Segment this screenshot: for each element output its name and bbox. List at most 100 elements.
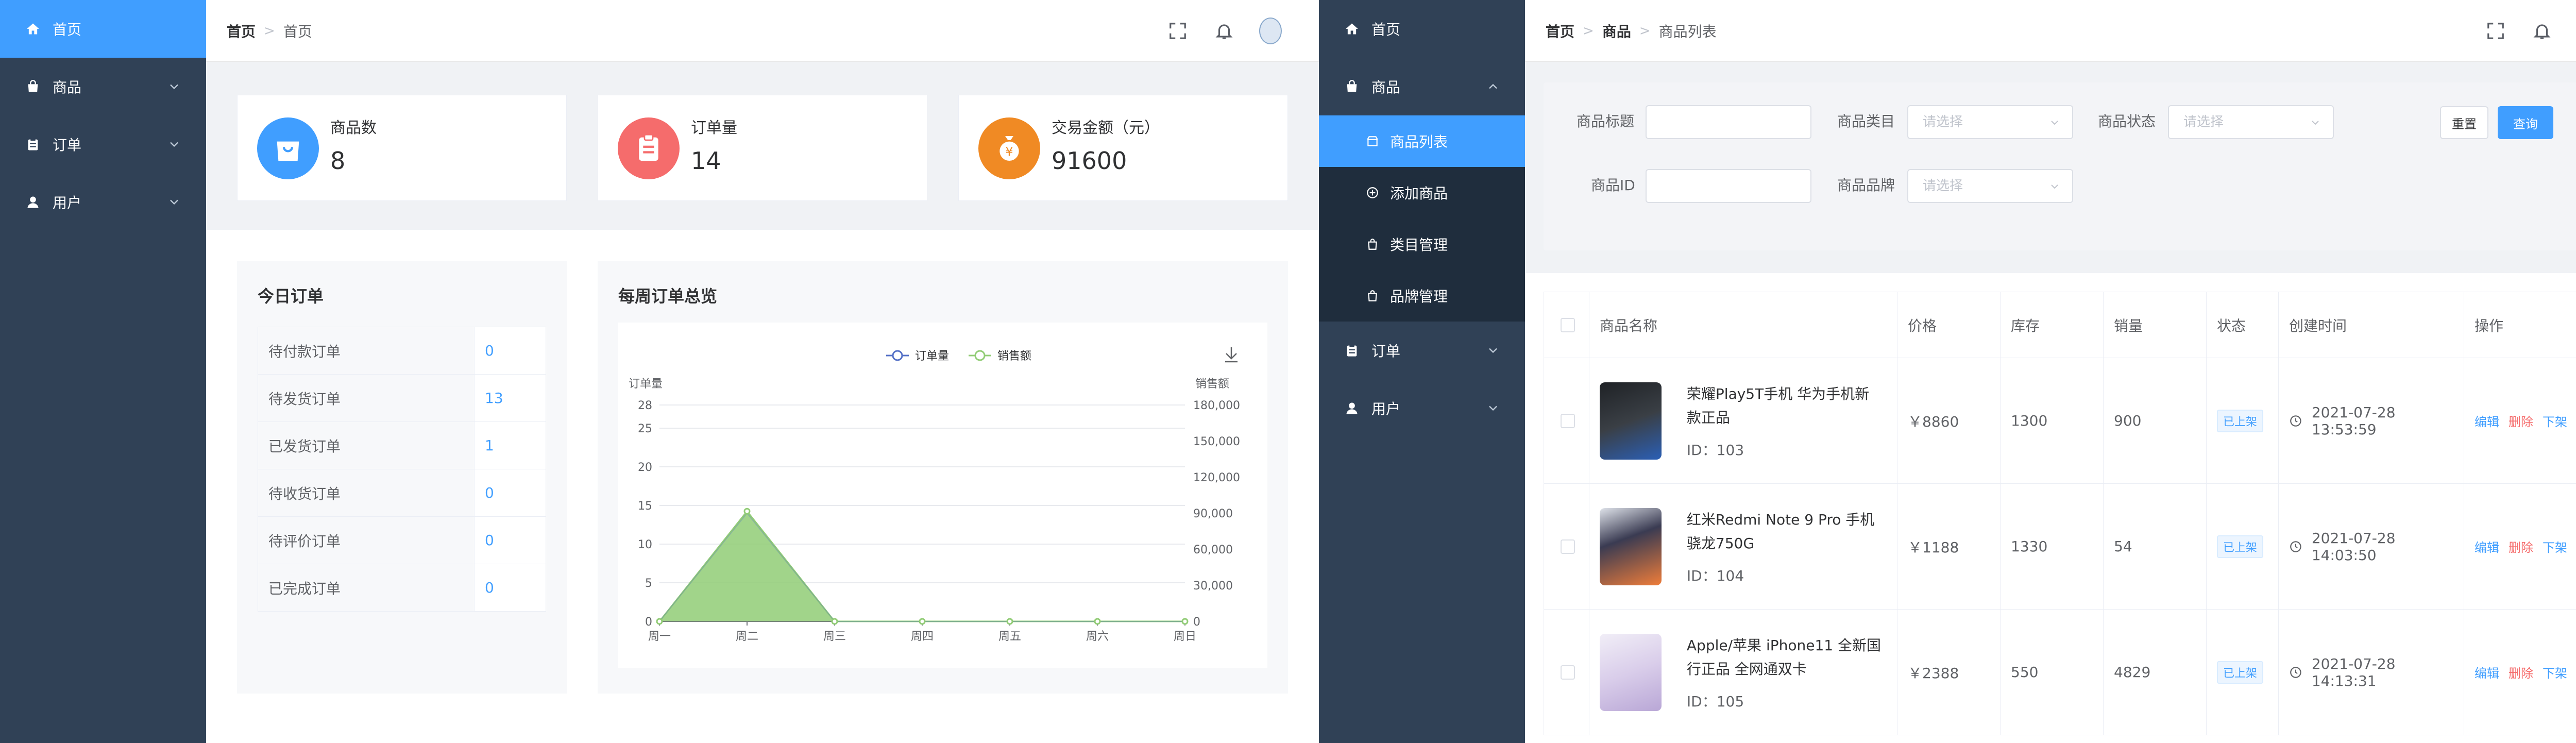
offline-button[interactable]: 下架 bbox=[2543, 415, 2567, 429]
sidebar-item-label: 订单 bbox=[1371, 343, 1401, 360]
bell-icon[interactable] bbox=[2531, 20, 2553, 42]
sidebar-item-goods[interactable]: 商品 bbox=[0, 58, 206, 115]
delete-button[interactable]: 删除 bbox=[2509, 541, 2533, 555]
fullscreen-icon[interactable] bbox=[1166, 20, 1189, 42]
category-select[interactable]: 请选择 bbox=[1907, 105, 2073, 139]
user-icon bbox=[25, 194, 41, 210]
edit-button[interactable]: 编辑 bbox=[2475, 666, 2499, 681]
row-value[interactable]: 0 bbox=[474, 327, 546, 375]
column-header: 创建时间 bbox=[2278, 292, 2464, 358]
legend-orders-label: 订单量 bbox=[915, 350, 949, 363]
avatar[interactable] bbox=[1259, 18, 1282, 44]
sidebar-item-goods[interactable]: 商品 bbox=[1319, 58, 1525, 115]
search-button[interactable]: 查询 bbox=[2498, 106, 2553, 139]
stat-card-goods: 商品数 8 bbox=[237, 95, 567, 201]
header: 首页 > 商品 > 商品列表 bbox=[1525, 0, 2576, 62]
edit-button[interactable]: 编辑 bbox=[2475, 541, 2499, 555]
sidebar-subitem-label: 类目管理 bbox=[1390, 237, 1448, 254]
sidebar-subitem-brands[interactable]: 品牌管理 bbox=[1319, 270, 1525, 322]
row-checkbox[interactable] bbox=[1561, 665, 1575, 680]
row-label: 待评价订单 bbox=[258, 516, 474, 564]
status-placeholder: 请选择 bbox=[2183, 114, 2224, 130]
offline-button[interactable]: 下架 bbox=[2543, 541, 2567, 555]
delete-button[interactable]: 删除 bbox=[2509, 666, 2533, 681]
table-row: 待评价订单 0 bbox=[258, 516, 546, 564]
status-badge: 已上架 bbox=[2217, 409, 2264, 432]
stock-cell: 550 bbox=[2000, 609, 2104, 735]
product-cell: 红米Redmi Note 9 Pro 手机 骁龙750G ID：104 bbox=[1589, 483, 1897, 610]
delete-button[interactable]: 删除 bbox=[2509, 415, 2533, 429]
sidebar-item-label: 商品 bbox=[53, 79, 82, 96]
legend-sales-marker bbox=[974, 350, 986, 361]
category-label: 商品类目 bbox=[1837, 113, 1895, 130]
chevron-down-icon bbox=[170, 142, 178, 147]
created-time-text: 2021-07-28 13:53:59 bbox=[2311, 403, 2396, 438]
legend-sales-label: 销售额 bbox=[997, 350, 1031, 363]
x-tick-label: 周四 bbox=[911, 630, 934, 643]
chevron-down-icon bbox=[1489, 348, 1497, 353]
chevron-down-icon bbox=[170, 84, 178, 90]
y-tick-label: 25 bbox=[638, 423, 652, 435]
y2-tick-label: 120,000 bbox=[1193, 471, 1240, 484]
sidebar-item-orders[interactable]: 订单 bbox=[0, 115, 206, 173]
breadcrumb-separator: > bbox=[1639, 23, 1651, 39]
column-header: 操作 bbox=[2464, 292, 2576, 358]
actions-cell: 编辑 删除 下架 bbox=[2464, 483, 2576, 610]
sales-cell: 54 bbox=[2103, 483, 2207, 610]
status-cell: 已上架 bbox=[2206, 358, 2279, 484]
stock-cell: 1300 bbox=[2000, 358, 2104, 484]
row-value[interactable]: 0 bbox=[474, 564, 546, 612]
row-value[interactable]: 0 bbox=[474, 469, 546, 517]
sidebar-item-home[interactable]: 首页 bbox=[1319, 0, 1525, 58]
download-icon[interactable] bbox=[1225, 347, 1238, 363]
breadcrumb-separator: > bbox=[1583, 23, 1594, 39]
row-checkbox[interactable] bbox=[1561, 413, 1575, 428]
id-label: 商品ID bbox=[1591, 177, 1635, 194]
column-header: 库存 bbox=[2000, 292, 2104, 358]
created-time: 2021-07-28 14:13:31 bbox=[2289, 655, 2464, 689]
product-image[interactable] bbox=[1600, 633, 1662, 711]
product-image[interactable] bbox=[1600, 382, 1662, 460]
reset-button[interactable]: 重置 bbox=[2440, 106, 2488, 139]
y-tick-label: 0 bbox=[645, 616, 652, 629]
breadcrumb-item[interactable]: 首页 bbox=[227, 21, 256, 41]
title-input[interactable] bbox=[1646, 105, 1811, 139]
breadcrumb-item[interactable]: 商品 bbox=[1602, 21, 1631, 41]
sidebar-subitem-product-list[interactable]: 商品列表 bbox=[1319, 115, 1525, 167]
select-all-checkbox[interactable] bbox=[1561, 317, 1575, 332]
svg-text:¥: ¥ bbox=[1005, 145, 1013, 159]
id-input[interactable] bbox=[1646, 169, 1811, 203]
sidebar-item-home[interactable]: 首页 bbox=[0, 0, 206, 58]
bell-icon[interactable] bbox=[1213, 20, 1235, 42]
sales-point bbox=[656, 618, 663, 625]
y-tick-label: 20 bbox=[638, 461, 652, 474]
weekly-chart-svg: 0 5 10 15 20 25 28 0 30,000 60,000 90,000 120,000 15… bbox=[629, 347, 1240, 643]
row-value[interactable]: 1 bbox=[474, 421, 546, 469]
row-value[interactable]: 0 bbox=[474, 516, 546, 564]
brand-select[interactable]: 请选择 bbox=[1907, 169, 2073, 203]
product-name: 荣耀Play5T手机 华为手机新款正品 bbox=[1686, 385, 1870, 426]
sidebar-item-users[interactable]: 用户 bbox=[0, 173, 206, 231]
sidebar-item-orders[interactable]: 订单 bbox=[1319, 322, 1525, 379]
row-checkbox[interactable] bbox=[1561, 539, 1575, 554]
row-label: 待收货订单 bbox=[258, 469, 474, 517]
category-placeholder: 请选择 bbox=[1923, 114, 1963, 130]
offline-button[interactable]: 下架 bbox=[2543, 666, 2567, 681]
sidebar-subitem-categories[interactable]: 类目管理 bbox=[1319, 218, 1525, 270]
product-id: ID：105 bbox=[1686, 693, 1744, 710]
product-image[interactable] bbox=[1600, 508, 1662, 585]
sales-area bbox=[659, 511, 1185, 621]
fullscreen-icon[interactable] bbox=[2484, 20, 2507, 42]
status-select[interactable]: 请选择 bbox=[2168, 105, 2334, 139]
price-cell: ￥1188 bbox=[1897, 483, 2001, 610]
table-row: 已发货订单 1 bbox=[258, 421, 546, 469]
status-badge: 已上架 bbox=[2217, 661, 2264, 684]
breadcrumb-item[interactable]: 首页 bbox=[1546, 21, 1574, 41]
sidebar-item-users[interactable]: 用户 bbox=[1319, 379, 1525, 437]
row-value[interactable]: 13 bbox=[474, 374, 546, 422]
sidebar-subitem-add-product[interactable]: 添加商品 bbox=[1319, 167, 1525, 218]
sales-point bbox=[1006, 618, 1013, 625]
edit-button[interactable]: 编辑 bbox=[2475, 415, 2499, 429]
created-time-text: 2021-07-28 14:13:31 bbox=[2311, 655, 2396, 689]
product-table-area: 商品名称 价格 库存 销量 状态 创建时间 操作 荣耀Play5T手机 华为手机… bbox=[1525, 273, 2576, 743]
